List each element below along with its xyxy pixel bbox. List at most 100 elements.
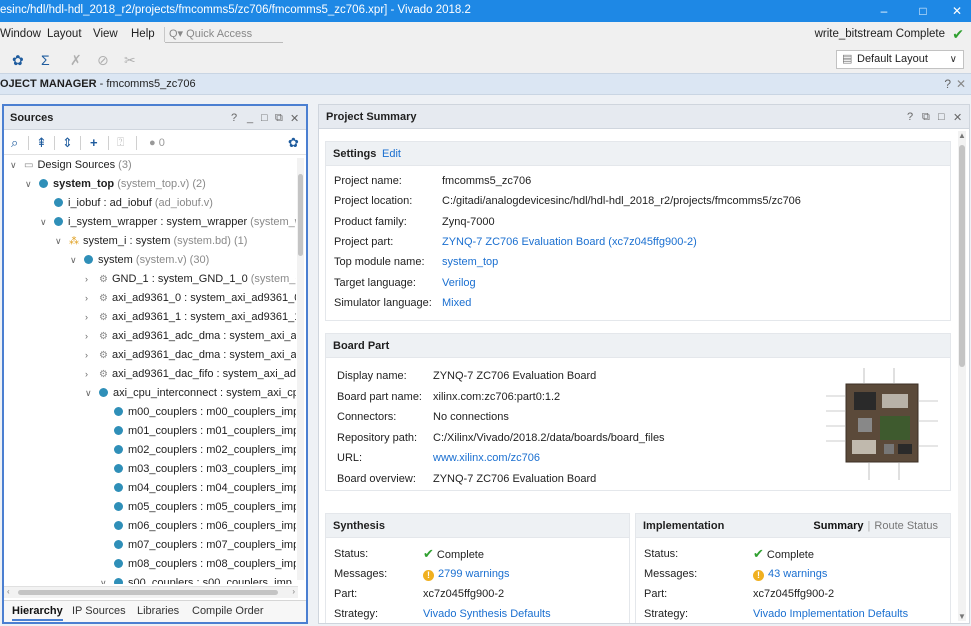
scroll-left-icon[interactable]: ‹	[7, 587, 10, 596]
field-link[interactable]: ! 2799 warnings	[423, 568, 510, 581]
tree-row[interactable]: › ⚙GND_1 : system_GND_1_0 (system_GN	[4, 270, 296, 289]
minimize-button[interactable]: –	[871, 0, 897, 22]
tree-row[interactable]: › ⚙ axi_ad9361_adc_dma : system_axi_ad9	[4, 327, 296, 346]
properties-icon[interactable]: ⍰	[117, 135, 124, 150]
cross-tool-icon[interactable]: ✗	[70, 52, 82, 69]
menu-window[interactable]: Window	[0, 28, 41, 40]
field-value: No connections	[433, 411, 509, 423]
sigma-icon[interactable]: Σ	[41, 52, 50, 68]
tree-row[interactable]: m01_couplers : m01_couplers_imp_	[4, 422, 296, 441]
scroll-right-icon[interactable]: ›	[292, 587, 295, 596]
menu-help[interactable]: Help	[131, 28, 155, 40]
scroll-thumb[interactable]	[18, 590, 278, 595]
add-sources-icon[interactable]: +	[90, 135, 98, 150]
chevron-down-icon[interactable]: ∨	[85, 384, 95, 403]
layout-select[interactable]: ▤ Default Layout ∨	[836, 50, 964, 69]
tree-row[interactable]: m05_couplers : m05_couplers_imp_	[4, 498, 296, 517]
field-link[interactable]: system_top	[442, 256, 498, 268]
tree-row[interactable]: ∨ s00_couplers : s00_couplers_imp_V	[4, 574, 296, 584]
help-icon[interactable]: ?	[907, 111, 913, 123]
tree-item-label: m01_couplers : m01_couplers_imp_	[128, 425, 296, 437]
chevron-right-icon[interactable]: ›	[85, 270, 95, 289]
tree-row[interactable]: m03_couplers : m03_couplers_imp_	[4, 460, 296, 479]
settings-gear-icon[interactable]: ✿	[288, 135, 299, 151]
tree-row[interactable]: ∨ axi_cpu_interconnect : system_axi_cpu_i	[4, 384, 296, 403]
quick-access-input[interactable]: Q▾ Quick Access	[165, 26, 283, 43]
field-link[interactable]: www.xilinx.com/zc706	[433, 452, 540, 464]
scroll-thumb[interactable]	[959, 145, 965, 367]
tree-row[interactable]: ∨ ▭ Design Sources (3)	[4, 156, 296, 175]
maximize-icon[interactable]: □	[938, 111, 945, 123]
search-icon[interactable]: ⌕	[11, 135, 18, 151]
field-label: Part:	[644, 588, 668, 600]
tree-row[interactable]: ∨ system_top (system_top.v) (2)	[4, 175, 296, 194]
field-link[interactable]: Verilog	[442, 277, 476, 289]
tree-row[interactable]: › ⚙ axi_ad9361_dac_dma : system_axi_ad9	[4, 346, 296, 365]
help-icon[interactable]: ?	[944, 77, 951, 91]
help-icon[interactable]: ?	[231, 112, 237, 124]
field-link[interactable]: ! 43 warnings	[753, 568, 827, 581]
field-link[interactable]: Mixed	[442, 297, 471, 309]
tree-row[interactable]: › ⚙ axi_ad9361_0 : system_axi_ad9361_0_(	[4, 289, 296, 308]
menu-layout[interactable]: Layout	[47, 28, 82, 40]
tree-row[interactable]: m00_couplers : m00_couplers_imp_	[4, 403, 296, 422]
chevron-right-icon[interactable]: ›	[85, 346, 95, 365]
chevron-down-icon[interactable]: ∨	[25, 175, 35, 194]
source-tree[interactable]: ∨ ▭ Design Sources (3) ∨ system_top (system_…	[4, 156, 296, 584]
pencil-icon[interactable]: ⊘	[97, 52, 109, 69]
tree-row[interactable]: m04_couplers : m04_couplers_imp_	[4, 479, 296, 498]
tab-route-status[interactable]: Route Status	[874, 520, 938, 532]
close-button[interactable]: ✕	[944, 0, 970, 22]
tree-row[interactable]: m07_couplers : m07_couplers_imp_	[4, 536, 296, 555]
float-icon[interactable]: ⧉	[922, 111, 930, 124]
tree-row[interactable]: › ⚙ axi_ad9361_dac_fifo : system_axi_ad936	[4, 365, 296, 384]
chevron-down-icon[interactable]: ∨	[100, 574, 110, 584]
summary-vertical-scrollbar[interactable]: ▲ ▼	[958, 131, 966, 621]
tab-summary[interactable]: Summary	[813, 520, 863, 532]
tree-row[interactable]: m08_couplers : m08_couplers_imp_	[4, 555, 296, 574]
tab-ip-sources[interactable]: IP Sources	[72, 605, 126, 617]
chevron-right-icon[interactable]: ›	[85, 365, 95, 384]
scroll-down-icon[interactable]: ▼	[958, 612, 966, 621]
close-icon[interactable]: ✕	[956, 77, 966, 91]
scroll-up-icon[interactable]: ▲	[958, 131, 966, 140]
chevron-down-icon[interactable]: ∨	[40, 213, 50, 232]
field-link[interactable]: Vivado Implementation Defaults	[753, 608, 908, 620]
settings-edit-link[interactable]: Edit	[382, 148, 401, 160]
tree-row[interactable]: m02_couplers : m02_couplers_imp_	[4, 441, 296, 460]
scroll-thumb[interactable]	[298, 174, 303, 256]
chevron-down-icon[interactable]: ∨	[70, 251, 80, 270]
chevron-down-icon[interactable]: ∨	[55, 232, 65, 251]
tree-vertical-scrollbar[interactable]	[297, 158, 304, 580]
chevron-right-icon[interactable]: ›	[85, 289, 95, 308]
field-link[interactable]: ZYNQ-7 ZC706 Evaluation Board (xc7z045ff…	[442, 236, 697, 248]
tree-row[interactable]: i_iobuf : ad_iobuf (ad_iobuf.v)	[4, 194, 296, 213]
scissors-icon[interactable]: ✂	[124, 52, 136, 69]
field-link[interactable]: Vivado Synthesis Defaults	[423, 608, 551, 620]
tree-row[interactable]: ∨ i_system_wrapper : system_wrapper (syst…	[4, 213, 296, 232]
close-icon[interactable]: ✕	[953, 111, 962, 124]
ip-core-icon: ⚙	[99, 293, 108, 304]
close-icon[interactable]: ✕	[290, 112, 299, 125]
project-summary-panel: Project Summary ? ⧉ □ ✕ Settings Edit Pr…	[318, 104, 970, 624]
maximize-button[interactable]: □	[910, 0, 936, 22]
chevron-right-icon[interactable]: ›	[85, 327, 95, 346]
maximize-icon[interactable]: □	[261, 112, 268, 124]
tree-row[interactable]: ∨ ⁂ system_i : system (system.bd) (1)	[4, 232, 296, 251]
tab-hierarchy[interactable]: Hierarchy	[12, 605, 63, 621]
tab-compile-order[interactable]: Compile Order	[192, 605, 264, 617]
tree-row[interactable]: ∨ system (system.v) (30)	[4, 251, 296, 270]
checkmark-icon: ✔	[952, 26, 964, 42]
expand-all-icon[interactable]: ⇕	[62, 135, 73, 151]
tree-horizontal-scrollbar[interactable]: ‹ ›	[4, 586, 298, 598]
gear-icon[interactable]: ✿	[12, 52, 24, 69]
minimize-icon[interactable]: _	[247, 112, 253, 124]
collapse-all-icon[interactable]: ⇞	[36, 135, 47, 151]
menu-view[interactable]: View	[93, 28, 118, 40]
tree-row[interactable]: m06_couplers : m06_couplers_imp_	[4, 517, 296, 536]
chevron-down-icon[interactable]: ∨	[10, 156, 20, 175]
tree-row[interactable]: › ⚙ axi_ad9361_1 : system_axi_ad9361_1_(	[4, 308, 296, 327]
float-icon[interactable]: ⧉	[275, 112, 283, 125]
chevron-right-icon[interactable]: ›	[85, 308, 95, 327]
tab-libraries[interactable]: Libraries	[137, 605, 179, 617]
